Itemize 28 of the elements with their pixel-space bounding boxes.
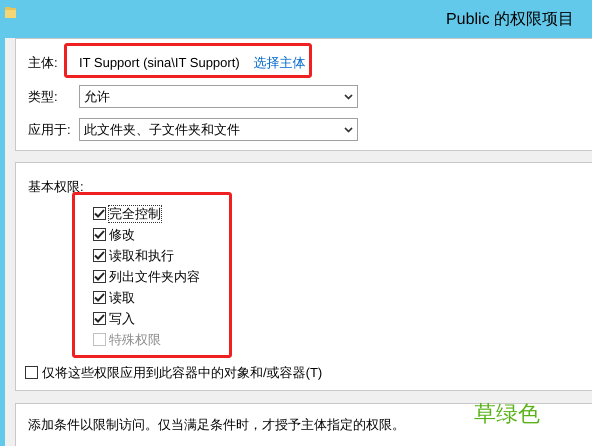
- chevron-down-icon: [344, 126, 353, 132]
- principal-name: IT Support (sina\IT Support): [79, 54, 240, 72]
- checkbox-label[interactable]: 修改: [109, 226, 135, 242]
- checkbox-label[interactable]: 仅将这些权限应用到此容器中的对象和/或容器(T): [42, 362, 322, 382]
- checkbox[interactable]: [93, 270, 106, 283]
- type-dropdown[interactable]: 允许: [79, 85, 358, 108]
- field-label: 主体:: [28, 54, 59, 72]
- checkbox[interactable]: [93, 207, 106, 220]
- conditions-description: 添加条件以限制访问。仅当满足条件时，才授予主体指定的权限。: [28, 417, 405, 432]
- field-label: 应用于:: [28, 120, 72, 139]
- annotation-text: 草绿色: [474, 400, 540, 428]
- applies-to-dropdown[interactable]: 此文件夹、子文件夹和文件: [79, 118, 358, 141]
- window-title: Public 的权限项目: [446, 10, 574, 30]
- checkbox-label[interactable]: 读取: [109, 290, 135, 306]
- chevron-down-icon: [344, 94, 353, 100]
- checkbox-label[interactable]: 读取和执行: [109, 248, 174, 264]
- checkbox[interactable]: [25, 366, 38, 379]
- checkbox-label[interactable]: 列出文件夹内容: [109, 268, 200, 284]
- checkbox[interactable]: [93, 291, 106, 304]
- select-principal-link[interactable]: 选择主体: [254, 53, 306, 73]
- checkbox-label[interactable]: 完全控制: [109, 206, 161, 222]
- field-label: 类型:: [28, 88, 59, 106]
- folder-icon: [5, 5, 16, 18]
- checkbox[interactable]: [93, 228, 106, 241]
- checkbox[interactable]: [93, 249, 106, 262]
- section-label: 基本权限:: [28, 178, 85, 196]
- checkbox-label[interactable]: 写入: [109, 310, 135, 326]
- checkbox[interactable]: [93, 312, 106, 325]
